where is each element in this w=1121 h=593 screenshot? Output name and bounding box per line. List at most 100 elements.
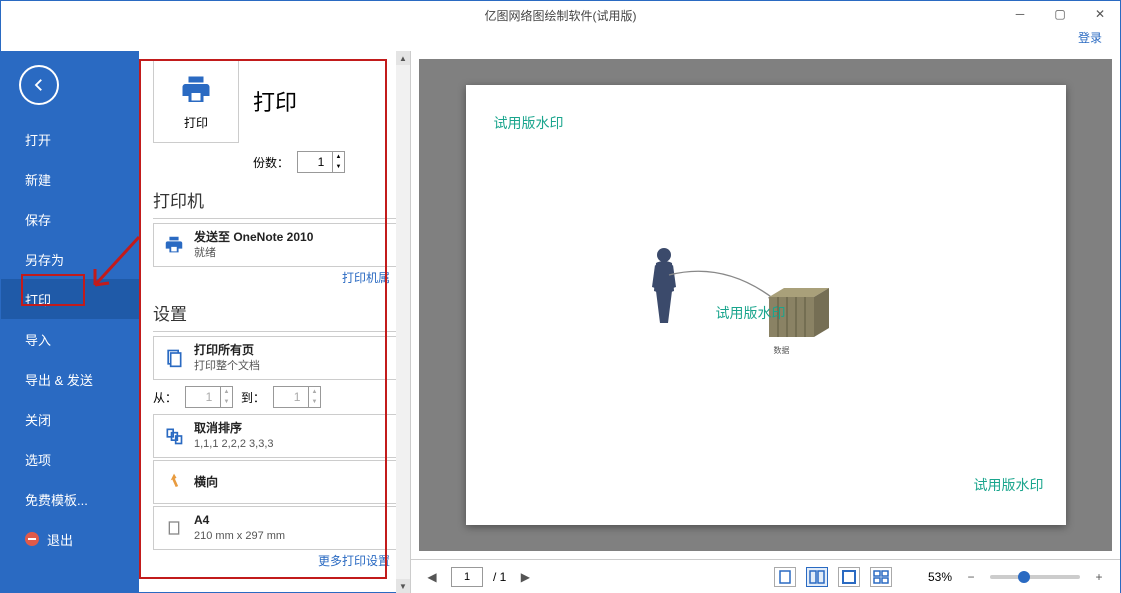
printer-properties-link[interactable]: 打印机属	[342, 271, 390, 285]
from-input[interactable]: 1 ▲▼	[185, 386, 233, 408]
divider	[153, 331, 400, 332]
spin-down-icon[interactable]: ▼	[220, 397, 232, 407]
copies-value: 1	[318, 155, 325, 169]
next-page-button[interactable]: ▶	[516, 568, 534, 586]
watermark-br: 试用版水印	[974, 475, 1044, 495]
printer-status: 就绪	[194, 246, 313, 261]
sidebar-item-import[interactable]: 导入	[1, 319, 139, 359]
back-button[interactable]	[19, 65, 59, 105]
sidebar-item-new[interactable]: 新建	[1, 159, 139, 199]
sidebar-item-label: 免费模板...	[25, 490, 88, 509]
paper-sub: 210 mm x 297 mm	[194, 529, 285, 544]
printer-name: 发送至 OneNote 2010	[194, 229, 313, 246]
print-all-sub: 打印整个文档	[194, 359, 260, 374]
sidebar-item-templates[interactable]: 免费模板...	[1, 479, 139, 519]
more-print-settings-link[interactable]: 更多打印设置	[318, 554, 390, 568]
print-all-title: 打印所有页	[194, 342, 260, 359]
maximize-button[interactable]: ▢	[1040, 1, 1080, 27]
print-all-pages-select[interactable]: 打印所有页 打印整个文档	[153, 336, 400, 380]
collation-icon	[162, 424, 186, 448]
preview-pane: 试用版水印 试用版水印 试用版水印	[411, 51, 1120, 593]
print-settings-panel: ▲ ▼ 打印 打印 份数： 1 ▲▼ 打印机 发送至 OneNote 2010	[139, 51, 411, 593]
sidebar-item-label: 退出	[47, 530, 73, 549]
view-fullpage-button[interactable]	[838, 567, 860, 587]
sidebar-item-label: 打开	[25, 130, 51, 149]
page-grid-icon	[873, 570, 889, 584]
printer-small-icon	[162, 233, 186, 257]
title-bar: 亿图网络图绘制软件(试用版) ─ ▢ ✕	[1, 1, 1120, 29]
scrollbar[interactable]: ▲ ▼	[396, 51, 410, 593]
sidebar-item-label: 导出 & 发送	[25, 370, 93, 389]
view-multi-page-button[interactable]	[870, 567, 892, 587]
preview-page: 试用版水印 试用版水印 试用版水印	[466, 85, 1066, 525]
spin-down-icon[interactable]: ▼	[332, 162, 344, 172]
scroll-down-button[interactable]: ▼	[396, 579, 410, 593]
print-header-block: 打印 打印	[153, 59, 400, 143]
from-value: 1	[206, 390, 213, 404]
print-heading: 打印	[253, 85, 297, 117]
sidebar: 打开 新建 保存 另存为 打印 导入 导出 & 发送 关闭 选项 免费模板...…	[1, 51, 139, 593]
preview-area: 试用版水印 试用版水印 试用版水印	[419, 59, 1112, 551]
printer-icon	[176, 72, 216, 108]
arrow-left-icon	[30, 76, 48, 94]
sidebar-item-label: 关闭	[25, 410, 51, 429]
copies-input[interactable]: 1 ▲▼	[297, 151, 345, 173]
spin-down-icon[interactable]: ▼	[308, 397, 320, 407]
collation-select[interactable]: 取消排序 1,1,1 2,2,2 3,3,3	[153, 414, 400, 458]
page-number-input[interactable]: 1	[451, 567, 483, 587]
main-area: 打开 新建 保存 另存为 打印 导入 导出 & 发送 关闭 选项 免费模板...…	[1, 51, 1120, 593]
scroll-up-button[interactable]: ▲	[396, 51, 410, 65]
paper-size-select[interactable]: A4 210 mm x 297 mm	[153, 506, 400, 550]
orientation-select[interactable]: 横向	[153, 460, 400, 504]
view-two-page-button[interactable]	[806, 567, 828, 587]
spin-up-icon[interactable]: ▲	[332, 152, 344, 162]
exit-icon	[25, 532, 39, 546]
to-value: 1	[294, 390, 301, 404]
printer-section-label: 打印机	[153, 187, 400, 212]
page-value: 1	[464, 571, 470, 583]
collation-sub: 1,1,1 2,2,2 3,3,3	[194, 437, 274, 452]
to-input[interactable]: 1 ▲▼	[273, 386, 321, 408]
view-single-page-button[interactable]	[774, 567, 796, 587]
login-row: 登录	[1, 29, 1120, 51]
app-title: 亿图网络图绘制软件(试用版)	[485, 7, 637, 24]
print-button-label: 打印	[184, 114, 208, 131]
close-button[interactable]: ✕	[1080, 1, 1120, 27]
zoom-in-button[interactable]: +	[1090, 568, 1108, 586]
minimize-button[interactable]: ─	[1000, 1, 1040, 27]
prev-page-button[interactable]: ◀	[423, 568, 441, 586]
server-label: 数据	[774, 345, 790, 356]
highlight-arrow-icon	[91, 233, 143, 293]
print-button[interactable]: 打印	[153, 59, 239, 143]
sidebar-item-label: 保存	[25, 210, 51, 229]
watermark-mid: 试用版水印	[716, 303, 786, 323]
page-range-row: 从： 1 ▲▼ 到： 1 ▲▼	[153, 386, 400, 408]
copies-row: 份数： 1 ▲▼	[253, 151, 400, 173]
spin-up-icon[interactable]: ▲	[220, 387, 232, 397]
zoom-slider-thumb[interactable]	[1018, 571, 1030, 583]
page-total: / 1	[493, 570, 506, 584]
paper-title: A4	[194, 512, 285, 529]
printer-select[interactable]: 发送至 OneNote 2010 就绪	[153, 223, 400, 267]
spin-up-icon[interactable]: ▲	[308, 387, 320, 397]
sidebar-item-label: 新建	[25, 170, 51, 189]
sidebar-item-open[interactable]: 打开	[1, 119, 139, 159]
window-controls: ─ ▢ ✕	[1000, 1, 1120, 27]
zoom-slider[interactable]	[990, 575, 1080, 579]
sidebar-item-close[interactable]: 关闭	[1, 399, 139, 439]
copies-label: 份数：	[253, 154, 289, 171]
sidebar-item-label: 打印	[25, 290, 51, 309]
paper-icon	[162, 516, 186, 540]
zoom-percent: 53%	[928, 570, 952, 584]
sidebar-item-exit[interactable]: 退出	[1, 519, 139, 559]
watermark-tl: 试用版水印	[494, 113, 564, 133]
sidebar-item-label: 另存为	[25, 250, 64, 269]
divider	[153, 218, 400, 219]
sidebar-item-export[interactable]: 导出 & 发送	[1, 359, 139, 399]
to-label: 到：	[241, 389, 265, 406]
from-label: 从：	[153, 389, 177, 406]
sidebar-item-options[interactable]: 选项	[1, 439, 139, 479]
collation-title: 取消排序	[194, 420, 274, 437]
login-link[interactable]: 登录	[1078, 31, 1102, 45]
zoom-out-button[interactable]: −	[962, 568, 980, 586]
